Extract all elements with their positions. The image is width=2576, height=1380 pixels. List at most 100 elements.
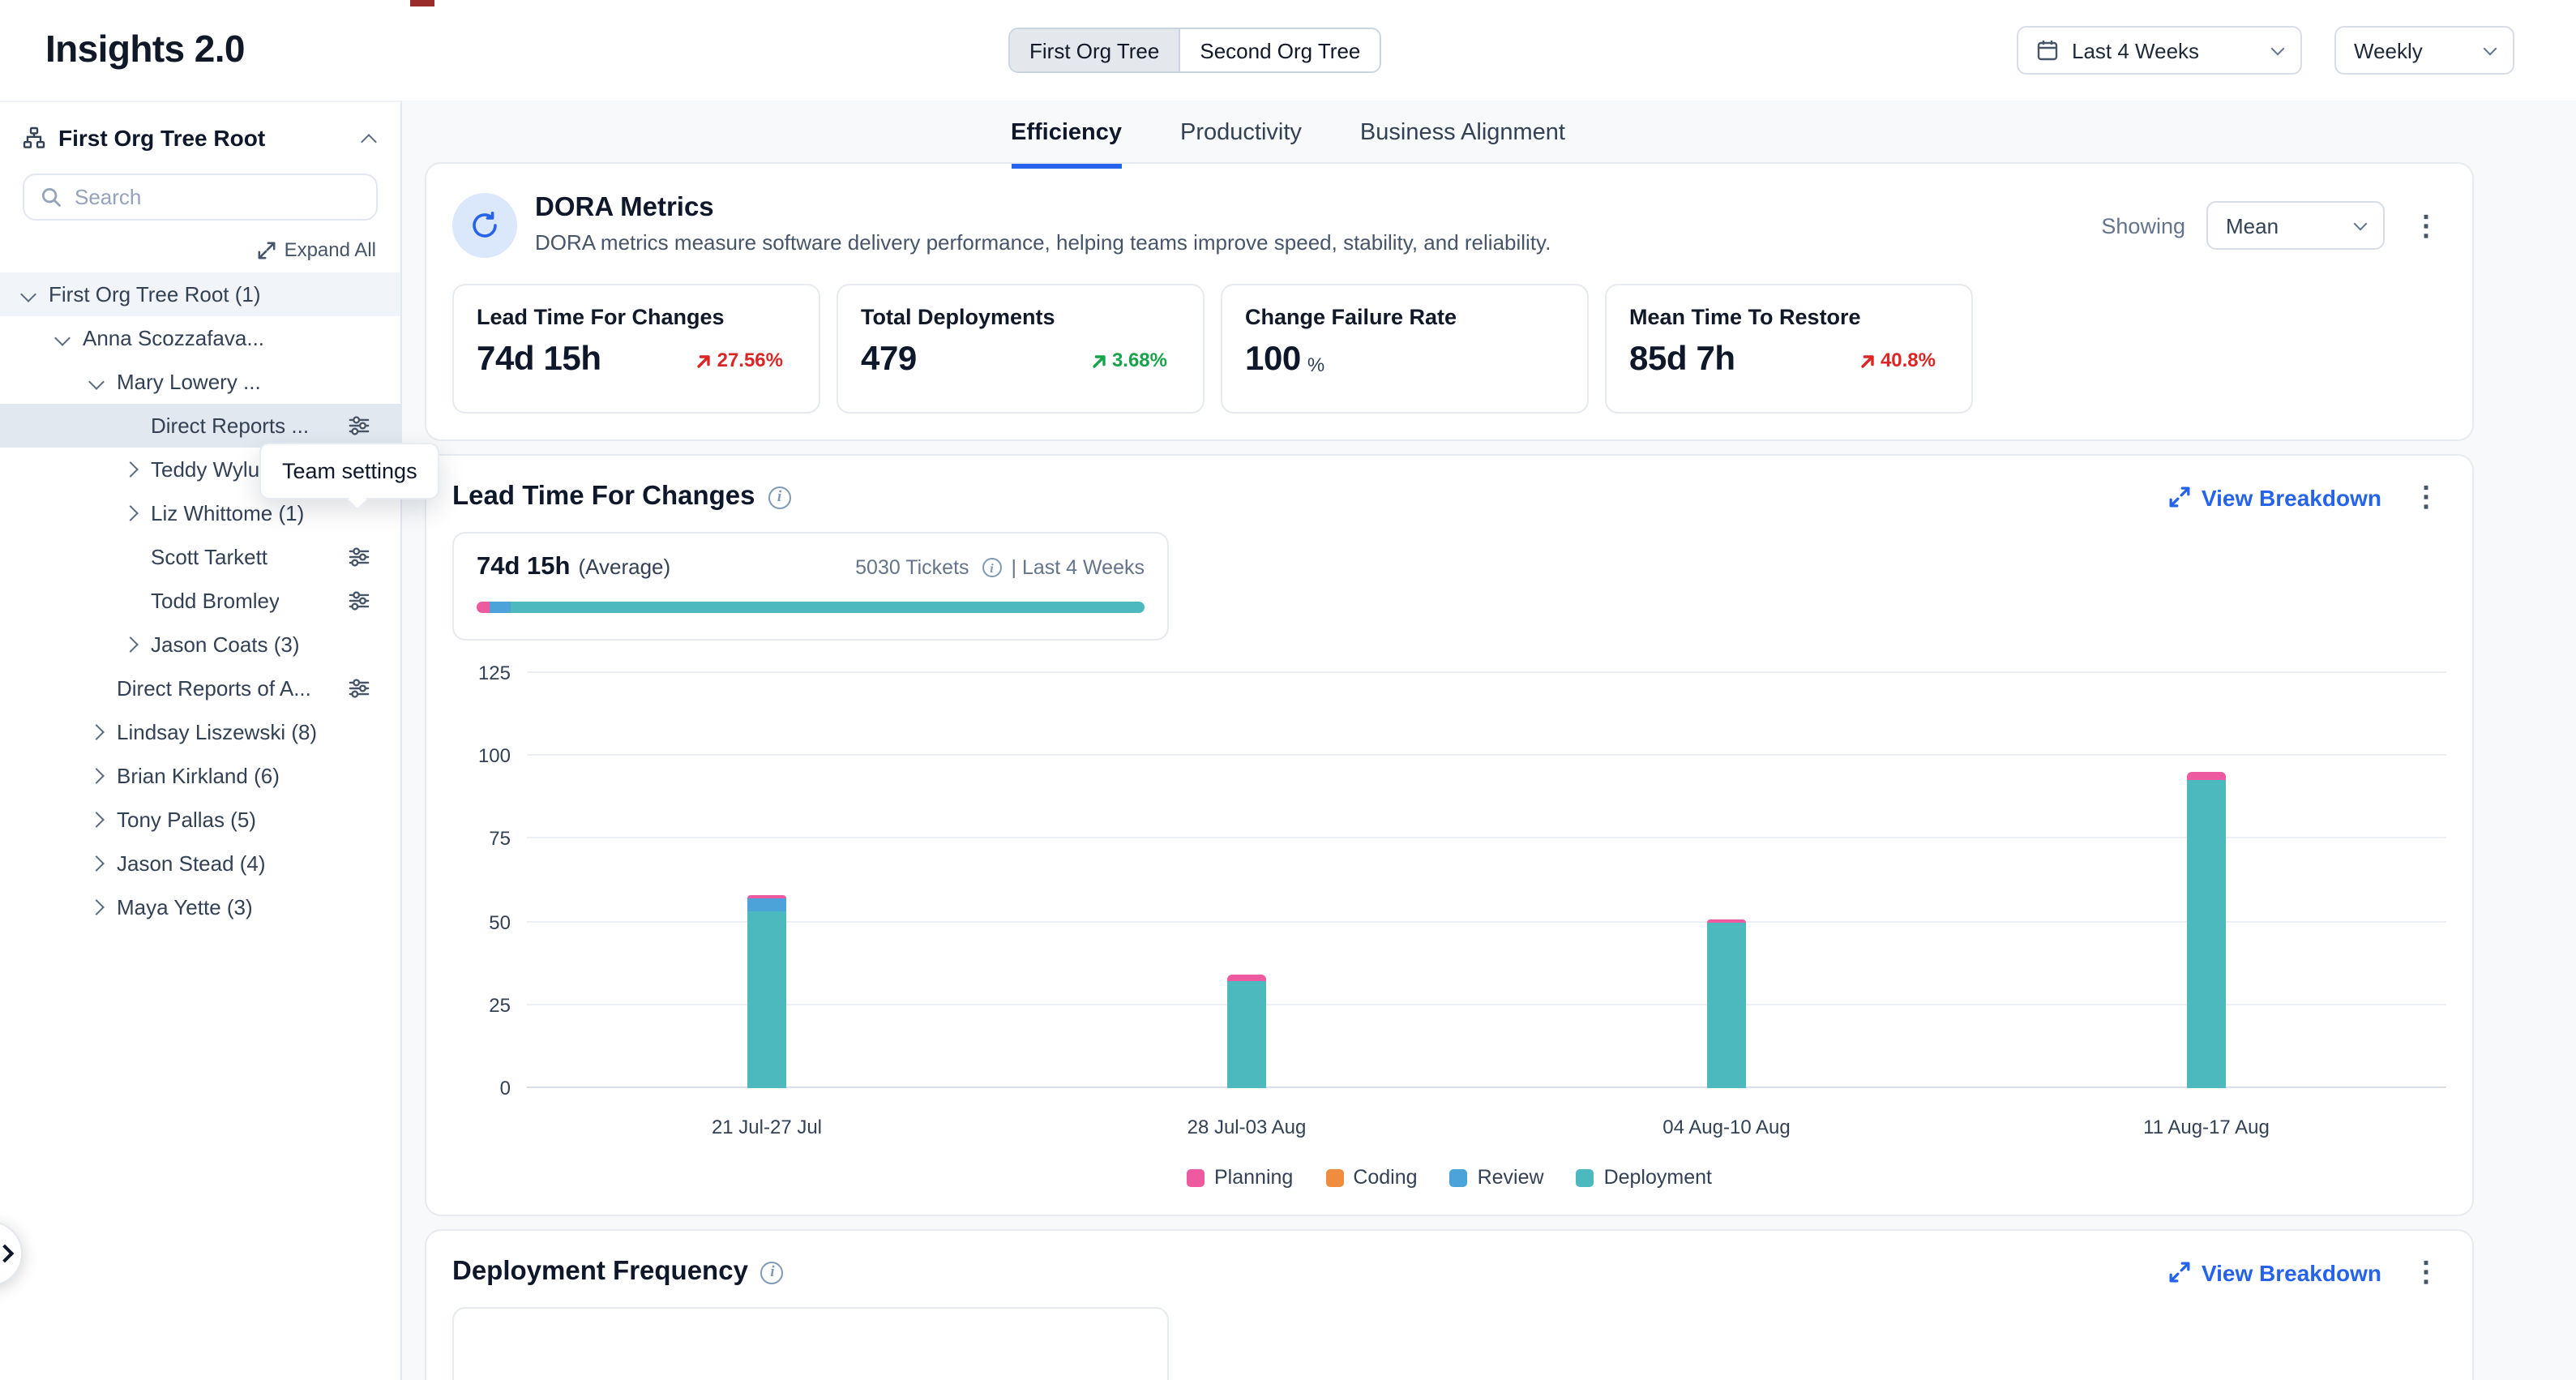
chevron-right-icon[interactable] — [91, 814, 117, 825]
aggregation-select[interactable]: Mean — [2206, 201, 2385, 250]
gridline — [527, 671, 2446, 673]
team-settings-icon[interactable] — [349, 546, 370, 568]
metric-title: Change Failure Rate — [1245, 305, 1564, 329]
lead-time-title: Lead Time For Changes — [452, 482, 755, 512]
lead-time-distribution-bar — [477, 602, 1145, 613]
chevron-right-icon[interactable] — [91, 858, 117, 869]
legend-item-coding: Coding — [1325, 1166, 1417, 1189]
more-options-icon[interactable]: ⋮ — [2406, 483, 2446, 511]
metric-title: Lead Time For Changes — [477, 305, 796, 329]
chevron-down-icon[interactable] — [57, 332, 83, 344]
chart-y-axis: 0255075100125 — [452, 673, 527, 1088]
deployment-segment — [1707, 922, 1746, 1088]
team-settings-tooltip: Team settings — [259, 443, 440, 499]
org-toggle-second-org-tree[interactable]: Second Org Tree — [1179, 29, 1380, 71]
chevron-down-icon[interactable] — [91, 376, 117, 388]
metric-value: 479 — [861, 341, 917, 379]
chevron-right-icon[interactable] — [91, 770, 117, 782]
chevron-right-icon[interactable] — [125, 464, 151, 475]
bar-11-aug-17-aug[interactable] — [2187, 773, 2226, 1088]
chevron-right-icon[interactable] — [125, 508, 151, 519]
tree-item-jason-coats-3[interactable]: Jason Coats (3) — [0, 623, 400, 666]
tree-item-label: Maya Yette (3) — [117, 895, 253, 919]
org-toggle-first-org-tree[interactable]: First Org Tree — [1010, 29, 1179, 71]
chevron-right-icon[interactable] — [91, 902, 117, 913]
tree-item-lindsay-liszewski-8[interactable]: Lindsay Liszewski (8) — [0, 710, 400, 754]
legend-item-review: Review — [1450, 1166, 1544, 1189]
tree-item-label: Scott Tarkett — [151, 545, 267, 569]
chevron-right-icon[interactable] — [125, 639, 151, 650]
bar-21-jul-27-jul[interactable] — [747, 895, 786, 1088]
tree-item-brian-kirkland-6[interactable]: Brian Kirkland (6) — [0, 754, 400, 798]
metric-card-change-failure-rate: Change Failure Rate100% — [1221, 284, 1589, 414]
metric-value: 74d 15h — [477, 341, 601, 379]
view-breakdown-button[interactable]: View Breakdown — [2169, 1259, 2381, 1285]
chevron-up-icon[interactable] — [361, 133, 377, 149]
tab-business-alignment[interactable]: Business Alignment — [1360, 101, 1565, 169]
team-settings-icon[interactable] — [349, 415, 370, 436]
more-options-icon[interactable]: ⋮ — [2406, 212, 2446, 239]
x-axis-label: 21 Jul-27 Jul — [527, 1116, 1007, 1138]
date-range-select[interactable]: Last 4 Weeks — [2017, 26, 2302, 75]
tree-item-label: Direct Reports ... — [151, 414, 309, 438]
gridline — [527, 838, 2446, 839]
org-tree-toggle: First Org TreeSecond Org Tree — [1008, 28, 1381, 73]
metric-card-mean-time-to-restore: Mean Time To Restore85d 7h40.8% — [1605, 284, 1973, 414]
dora-metrics-card: DORA Metrics DORA metrics measure softwa… — [425, 162, 2474, 441]
tree-item-direct-reports[interactable]: Direct Reports ... — [0, 404, 400, 448]
tree-item-tony-pallas-5[interactable]: Tony Pallas (5) — [0, 798, 400, 842]
tab-efficiency[interactable]: Efficiency — [1011, 101, 1122, 169]
expand-all-button[interactable]: Expand All — [0, 221, 400, 272]
tree-item-scott-tarkett[interactable]: Scott Tarkett — [0, 535, 400, 579]
view-breakdown-label: View Breakdown — [2202, 484, 2381, 510]
calendar-icon — [2036, 39, 2059, 62]
view-breakdown-button[interactable]: View Breakdown — [2169, 484, 2381, 510]
tree-item-anna-scozzafava[interactable]: Anna Scozzafava... — [0, 316, 400, 360]
bar-04-aug-10-aug[interactable] — [1707, 919, 1746, 1088]
y-axis-label: 100 — [478, 744, 511, 767]
expand-breakdown-icon — [2169, 1262, 2190, 1283]
granularity-select[interactable]: Weekly — [2334, 26, 2514, 75]
expand-all-label: Expand All — [285, 238, 376, 261]
deployment-frequency-card: Deployment Frequency i View Breakdown ⋮ — [425, 1229, 2474, 1380]
legend-swatch — [1577, 1168, 1594, 1186]
dist-segment-planning — [477, 602, 490, 613]
tree-item-label: Tony Pallas (5) — [117, 808, 256, 832]
tree-item-jason-stead-4[interactable]: Jason Stead (4) — [0, 842, 400, 885]
chevron-down-icon[interactable] — [23, 289, 49, 300]
tree-item-first-org-tree-root-1[interactable]: First Org Tree Root (1) — [0, 272, 400, 316]
main-content: DORA Metrics DORA metrics measure softwa… — [425, 162, 2474, 1380]
tree-item-maya-yette-3[interactable]: Maya Yette (3) — [0, 885, 400, 929]
app-root: Insights 2.0 First Org TreeSecond Org Tr… — [0, 0, 2576, 1380]
info-icon[interactable]: i — [982, 558, 1002, 577]
tree-item-direct-reports-of-a[interactable]: Direct Reports of A... — [0, 666, 400, 710]
y-axis-label: 75 — [489, 828, 511, 851]
bar-28-jul-03-aug[interactable] — [1227, 975, 1266, 1088]
info-icon[interactable]: i — [768, 486, 791, 508]
tree-item-label: Lindsay Liszewski (8) — [117, 720, 317, 744]
more-options-icon[interactable]: ⋮ — [2406, 1258, 2446, 1286]
info-icon[interactable]: i — [761, 1261, 784, 1284]
legend-swatch — [1325, 1168, 1343, 1186]
search-box[interactable] — [23, 174, 378, 221]
tree-item-label: Todd Bromley — [151, 589, 280, 613]
tree-item-label: First Org Tree Root (1) — [49, 282, 261, 306]
chart-legend: PlanningCodingReviewDeployment — [452, 1166, 2446, 1189]
chevron-right-icon — [0, 1245, 14, 1263]
deployment-frequency-header: Deployment Frequency i View Breakdown ⋮ — [452, 1257, 2446, 1288]
tree-item-mary-lowery[interactable]: Mary Lowery ... — [0, 360, 400, 404]
team-settings-icon[interactable] — [349, 678, 370, 699]
chart-x-axis: 21 Jul-27 Jul28 Jul-03 Aug04 Aug-10 Aug1… — [527, 1116, 2446, 1138]
gridline — [527, 1086, 2446, 1088]
metric-card-lead-time-for-changes: Lead Time For Changes74d 15h27.56% — [452, 284, 820, 414]
deployment-frequency-average-card — [452, 1307, 1169, 1380]
dora-header: DORA Metrics DORA metrics measure softwa… — [452, 193, 2446, 258]
dora-title: DORA Metrics — [535, 193, 1551, 224]
tree-item-label: Direct Reports of A... — [117, 676, 311, 701]
tree-item-todd-bromley[interactable]: Todd Bromley — [0, 579, 400, 623]
search-input[interactable] — [75, 185, 360, 209]
tab-productivity[interactable]: Productivity — [1180, 101, 1302, 169]
chevron-right-icon[interactable] — [91, 726, 117, 738]
team-settings-icon[interactable] — [349, 590, 370, 611]
y-axis-label: 25 — [489, 994, 511, 1017]
